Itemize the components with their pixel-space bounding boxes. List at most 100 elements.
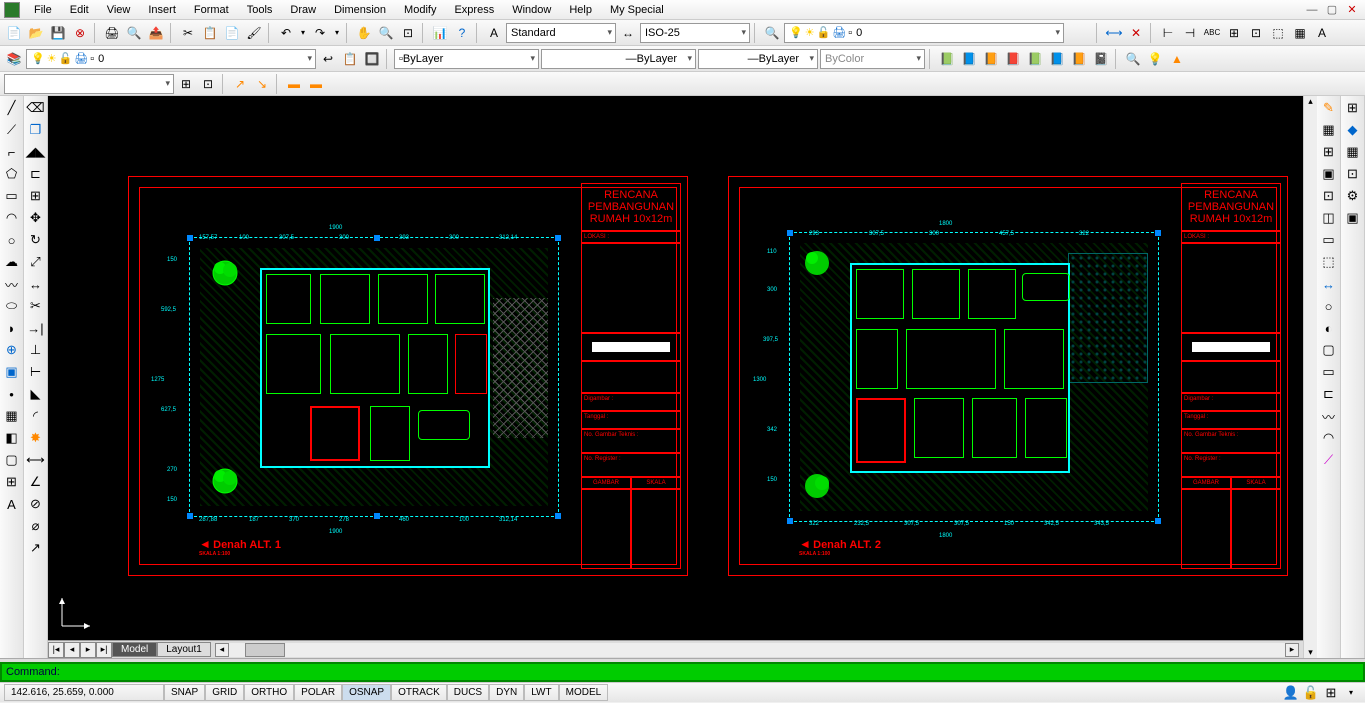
- layer-prev-icon[interactable]: ↩: [318, 49, 338, 69]
- menu-edit[interactable]: Edit: [62, 2, 97, 18]
- table-icon[interactable]: ⊞: [2, 472, 22, 492]
- dim-cancel-icon[interactable]: ✕: [1126, 23, 1146, 43]
- dim-rad-icon[interactable]: ⊘: [26, 494, 46, 514]
- r4-icon[interactable]: ▣: [1319, 164, 1339, 184]
- dimstyle-icon[interactable]: ↔: [618, 23, 638, 43]
- r8-icon[interactable]: ⬚: [1319, 252, 1339, 272]
- publish-icon[interactable]: 📤: [146, 23, 166, 43]
- hscrollbar[interactable]: ◂ ▸: [215, 643, 1299, 657]
- redo-icon[interactable]: ↷: [310, 23, 330, 43]
- r14-icon[interactable]: ⊏: [1319, 384, 1339, 404]
- join-icon[interactable]: ⊢: [26, 362, 46, 382]
- menu-file[interactable]: File: [26, 2, 60, 18]
- tab-prev-icon[interactable]: ◂: [64, 642, 80, 658]
- tab-first-icon[interactable]: |◂: [48, 642, 64, 658]
- polygon-icon[interactable]: ⬠: [2, 164, 22, 184]
- dim1-icon[interactable]: ⊢: [1158, 23, 1178, 43]
- color-combo[interactable]: ▫ ByLayer▾: [394, 49, 539, 69]
- leader-icon[interactable]: ↗: [26, 538, 46, 558]
- light-icon[interactable]: 💡: [1145, 49, 1165, 69]
- mirror-icon[interactable]: ◢◣: [26, 142, 46, 162]
- lineweight-combo[interactable]: — ByLayer▾: [698, 49, 818, 69]
- undo-caret[interactable]: ▾: [298, 23, 308, 43]
- tab-model[interactable]: Model: [112, 642, 157, 657]
- pan-icon[interactable]: ✋: [354, 23, 374, 43]
- lay5-icon[interactable]: 📗: [1025, 49, 1045, 69]
- r17-icon[interactable]: ⟋: [1319, 450, 1339, 470]
- ellipsearc-icon[interactable]: ◗: [2, 318, 22, 338]
- menu-window[interactable]: Window: [504, 2, 559, 18]
- redo-caret[interactable]: ▾: [332, 23, 342, 43]
- render-icon[interactable]: ▲: [1167, 49, 1187, 69]
- dim8-icon[interactable]: A: [1312, 23, 1332, 43]
- hatch-icon[interactable]: ▦: [2, 406, 22, 426]
- stretch-icon[interactable]: ↔: [26, 274, 46, 294]
- menu-tools[interactable]: Tools: [239, 2, 281, 18]
- dim6-icon[interactable]: ⬚: [1268, 23, 1288, 43]
- help-icon[interactable]: ?: [452, 23, 472, 43]
- toggle-grid[interactable]: GRID: [205, 684, 244, 701]
- circle-icon[interactable]: ○: [2, 230, 22, 250]
- extend-icon[interactable]: →|: [26, 318, 46, 338]
- erase-icon[interactable]: ⌫: [26, 98, 46, 118]
- tab-last-icon[interactable]: ▸|: [96, 642, 112, 658]
- break-icon[interactable]: ⊥: [26, 340, 46, 360]
- preview-icon[interactable]: 🔍: [124, 23, 144, 43]
- status-icon-1[interactable]: 👤: [1281, 683, 1301, 703]
- dim-style-combo[interactable]: ISO-25▾: [640, 23, 750, 43]
- close-button[interactable]: ✕: [1343, 3, 1361, 16]
- region-icon[interactable]: ▢: [2, 450, 22, 470]
- paste-icon[interactable]: 📄: [222, 23, 242, 43]
- explode-icon[interactable]: ✸: [26, 428, 46, 448]
- r10-icon[interactable]: ○: [1319, 296, 1339, 316]
- menu-help[interactable]: Help: [561, 2, 600, 18]
- layer-manager-icon[interactable]: 📚: [4, 49, 24, 69]
- r2-icon[interactable]: ▦: [1319, 120, 1339, 140]
- new-icon[interactable]: 📄: [4, 23, 24, 43]
- r3-icon[interactable]: ⊞: [1319, 142, 1339, 162]
- copy-obj-icon[interactable]: ❐: [26, 120, 46, 140]
- rr2-icon[interactable]: ◆: [1343, 120, 1363, 140]
- revcloud-icon[interactable]: ☁: [2, 252, 22, 272]
- dim-linear-icon[interactable]: ⟷: [1104, 23, 1124, 43]
- dim5-icon[interactable]: ⊡: [1246, 23, 1266, 43]
- lay2-icon[interactable]: 📘: [959, 49, 979, 69]
- layer-combo[interactable]: 💡☀🔓🖨▫ 0▾: [26, 49, 316, 69]
- plotstyle-combo[interactable]: ByColor▾: [820, 49, 925, 69]
- dim7-icon[interactable]: ▦: [1290, 23, 1310, 43]
- array-icon[interactable]: ⊞: [26, 186, 46, 206]
- linetype-combo[interactable]: — ByLayer▾: [541, 49, 696, 69]
- ellipse-icon[interactable]: ⬭: [2, 296, 22, 316]
- toggle-ducs[interactable]: DUCS: [447, 684, 489, 701]
- menu-view[interactable]: View: [99, 2, 139, 18]
- print-icon[interactable]: 🖨: [102, 23, 122, 43]
- rr3-icon[interactable]: ▦: [1343, 142, 1363, 162]
- toggle-otrack[interactable]: OTRACK: [391, 684, 447, 701]
- rr5-icon[interactable]: ⚙: [1343, 186, 1363, 206]
- r13-icon[interactable]: ▭: [1319, 362, 1339, 382]
- toggle-dyn[interactable]: DYN: [489, 684, 524, 701]
- r15-icon[interactable]: 〰: [1319, 406, 1339, 426]
- toggle-polar[interactable]: POLAR: [294, 684, 342, 701]
- lay4-icon[interactable]: 📕: [1003, 49, 1023, 69]
- r16-icon[interactable]: ◠: [1319, 428, 1339, 448]
- textstyle-icon[interactable]: A: [484, 23, 504, 43]
- ext2-icon[interactable]: ⊡: [198, 74, 218, 94]
- layer-state-icon[interactable]: 📋: [340, 49, 360, 69]
- fillet-icon[interactable]: ◜: [26, 406, 46, 426]
- r12-icon[interactable]: ▢: [1319, 340, 1339, 360]
- r1-icon[interactable]: ✎: [1319, 98, 1339, 118]
- spline-icon[interactable]: 〰: [2, 274, 22, 294]
- properties-icon[interactable]: 📊: [430, 23, 450, 43]
- hscroll-thumb[interactable]: [245, 643, 285, 657]
- rotate-icon[interactable]: ↻: [26, 230, 46, 250]
- trim-icon[interactable]: ✂: [26, 296, 46, 316]
- menu-myspecial[interactable]: My Special: [602, 2, 672, 18]
- menu-dimension[interactable]: Dimension: [326, 2, 394, 18]
- rect-icon[interactable]: ▭: [2, 186, 22, 206]
- dim3-icon[interactable]: ABC: [1202, 23, 1222, 43]
- lay1-icon[interactable]: 📗: [937, 49, 957, 69]
- vscrollbar[interactable]: ▴ ▾: [1303, 96, 1317, 658]
- point-icon[interactable]: •: [2, 384, 22, 404]
- menu-modify[interactable]: Modify: [396, 2, 444, 18]
